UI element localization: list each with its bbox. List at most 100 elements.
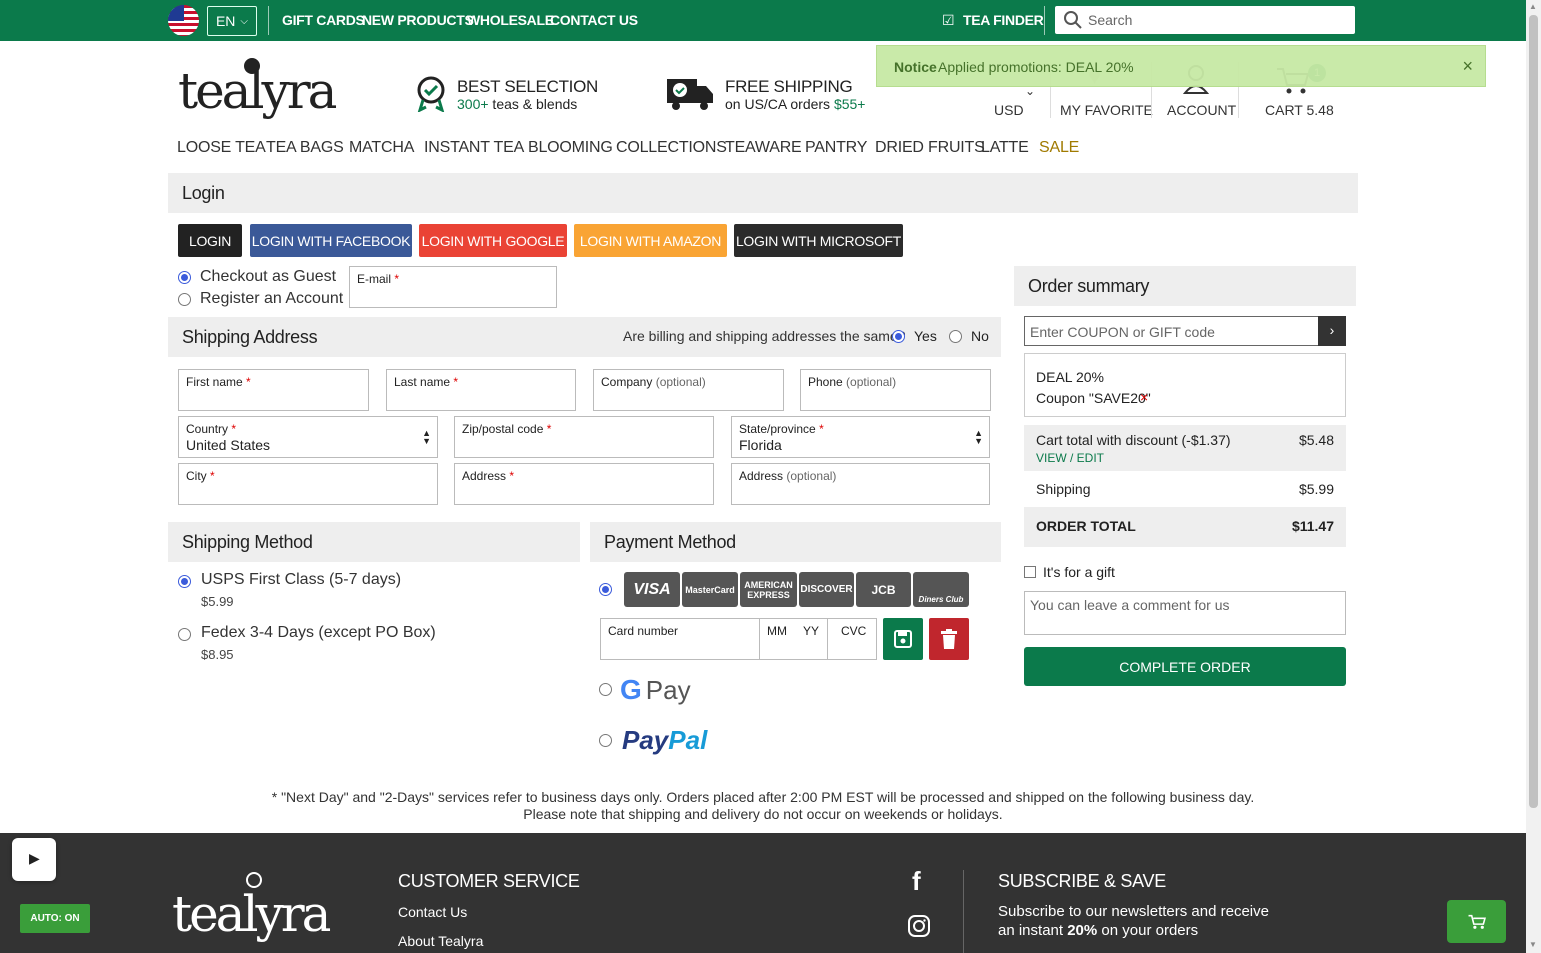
account-label: ACCOUNT xyxy=(1167,102,1237,118)
cart-icon xyxy=(1468,914,1486,929)
nav-dried-fruits[interactable]: DRIED FRUITS xyxy=(875,139,985,157)
country-select[interactable]: Country * United States ▲ ▼ xyxy=(178,416,438,458)
trash-icon xyxy=(941,629,957,649)
order-summary-header: Order summary xyxy=(1014,266,1356,306)
state-select[interactable]: State/province * Florida ▲ ▼ xyxy=(731,416,990,458)
nav-loose-tea[interactable]: LOOSE TEA xyxy=(177,139,266,157)
city-field[interactable]: City * xyxy=(178,463,438,505)
scrollbar-thumb[interactable] xyxy=(1529,15,1538,808)
nav-tea-bags[interactable]: TEA BAGS xyxy=(266,139,344,157)
search-input[interactable]: Search xyxy=(1088,12,1132,28)
play-button[interactable]: ▶ xyxy=(12,838,56,881)
complete-order-button[interactable]: COMPLETE ORDER xyxy=(1024,647,1346,686)
card-number-field[interactable]: Card number xyxy=(608,624,678,638)
register-account-radio[interactable] xyxy=(178,293,191,306)
subscribe-text: Subscribe to our newsletters and receive… xyxy=(998,903,1269,939)
auto-toggle[interactable]: AUTO: ON xyxy=(20,904,90,933)
jcb-icon: JCB xyxy=(856,572,911,607)
save-card-button[interactable] xyxy=(883,618,923,660)
feature-best-selection-sub: 300+ teas & blends xyxy=(457,96,578,112)
notice-label: Notice xyxy=(894,59,937,75)
zip-field[interactable]: Zip/postal code * xyxy=(454,416,714,458)
gift-label: It's for a gift xyxy=(1043,564,1115,580)
notice-close-button[interactable]: × xyxy=(1462,56,1473,77)
nav-instant-tea[interactable]: INSTANT TEA xyxy=(424,139,524,157)
same-address-no-radio[interactable] xyxy=(949,330,962,343)
footer-logo[interactable]: tealyra xyxy=(172,885,331,943)
card-yy-field[interactable]: YY xyxy=(803,624,819,638)
language-select[interactable]: EN ⌵ xyxy=(207,6,257,36)
comment-textarea[interactable]: You can leave a comment for us xyxy=(1024,591,1346,635)
subscribe-heading: SUBSCRIBE & SAVE xyxy=(998,871,1166,891)
google-g-icon: G xyxy=(620,674,642,705)
register-account-label: Register an Account xyxy=(200,290,344,307)
payment-paypal-radio[interactable] xyxy=(599,734,612,747)
top-link-gift-cards[interactable]: GIFT CARDS xyxy=(282,12,365,28)
customer-service-heading: CUSTOMER SERVICE xyxy=(398,871,580,891)
same-address-yes-label: Yes xyxy=(914,328,937,344)
top-link-contact-us[interactable]: CONTACT US xyxy=(550,12,638,28)
scroll-down-icon[interactable]: ▼ xyxy=(1529,940,1537,949)
applied-promotions-box: DEAL 20% Coupon "SAVE20" × xyxy=(1024,353,1346,417)
footer-about-link[interactable]: About Tealyra xyxy=(398,933,483,949)
facebook-icon[interactable]: f xyxy=(912,866,921,897)
nav-matcha[interactable]: MATCHA xyxy=(349,139,414,157)
nav-teaware[interactable]: TEAWARE xyxy=(725,139,802,157)
card-cvc-field[interactable]: CVC xyxy=(841,624,866,638)
coupon-label: Coupon "SAVE20" xyxy=(1036,390,1151,406)
gift-checkbox[interactable] xyxy=(1024,566,1036,578)
select-arrows-icon: ▲ ▼ xyxy=(974,428,983,446)
login-section-header: Login xyxy=(168,173,1358,213)
login-button[interactable]: LOGIN xyxy=(178,224,242,257)
nav-latte[interactable]: LATTE xyxy=(981,139,1029,157)
nav-pantry[interactable]: PANTRY xyxy=(805,139,867,157)
instagram-icon[interactable] xyxy=(907,914,931,938)
phone-field[interactable]: Phone (optional) xyxy=(800,369,991,411)
amex-icon: AMERICAN EXPRESS xyxy=(740,572,797,607)
coupon-input[interactable]: Enter COUPON or GIFT code xyxy=(1024,316,1319,346)
company-field[interactable]: Company (optional) xyxy=(593,369,784,411)
login-microsoft-button[interactable]: LOGIN WITH MICROSOFT xyxy=(734,224,903,257)
search-box[interactable]: Search xyxy=(1055,6,1355,34)
google-pay-logo: G Pay xyxy=(620,674,691,705)
tea-finder-link[interactable]: TEA FINDER xyxy=(963,12,1044,28)
diners-club-icon: Diners Club xyxy=(913,572,969,607)
top-link-new-products[interactable]: NEW PRODUCTS xyxy=(362,12,474,28)
login-google-button[interactable]: LOGIN WITH GOOGLE xyxy=(419,224,567,257)
feature-free-shipping-title: FREE SHIPPING xyxy=(725,77,853,96)
first-name-field[interactable]: First name * xyxy=(178,369,369,411)
view-edit-link[interactable]: VIEW / EDIT xyxy=(1036,451,1104,465)
payment-gpay-radio[interactable] xyxy=(599,683,612,696)
divider xyxy=(963,870,964,953)
search-icon xyxy=(1064,11,1082,29)
address2-field[interactable]: Address (optional) xyxy=(731,463,990,505)
delete-card-button[interactable] xyxy=(929,618,969,660)
address-field[interactable]: Address * xyxy=(454,463,714,505)
top-link-wholesale[interactable]: WHOLESALE xyxy=(467,12,554,28)
nav-sale[interactable]: SALE xyxy=(1039,139,1079,157)
coupon-apply-button[interactable]: › xyxy=(1318,316,1346,346)
floating-cart-button[interactable] xyxy=(1447,900,1506,943)
last-name-field[interactable]: Last name * xyxy=(386,369,576,411)
nav-collections[interactable]: COLLECTIONS xyxy=(616,139,727,157)
footer-contact-link[interactable]: Contact Us xyxy=(398,904,467,920)
payment-card-radio[interactable] xyxy=(599,583,612,596)
shipping-usps-radio[interactable] xyxy=(178,575,191,588)
remove-coupon-icon[interactable]: × xyxy=(1140,389,1148,405)
checkout-guest-radio[interactable] xyxy=(178,271,191,284)
scroll-up-icon[interactable]: ▲ xyxy=(1529,2,1537,11)
email-field[interactable]: E-mail * xyxy=(349,266,557,308)
deal-label: DEAL 20% xyxy=(1036,369,1104,385)
nav-blooming[interactable]: BLOOMING xyxy=(528,139,613,157)
same-address-yes-radio[interactable] xyxy=(892,330,905,343)
shipping-method-heading: Shipping Method xyxy=(182,532,313,552)
paypal-logo: PayPal xyxy=(622,725,708,755)
truck-icon xyxy=(667,79,713,110)
us-flag-icon[interactable] xyxy=(168,5,199,36)
shipping-fedex-radio[interactable] xyxy=(178,628,191,641)
payment-method-heading: Payment Method xyxy=(604,532,736,552)
login-amazon-button[interactable]: LOGIN WITH AMAZON xyxy=(574,224,727,257)
login-facebook-button[interactable]: LOGIN WITH FACEBOOK xyxy=(250,224,412,257)
card-mm-field[interactable]: MM xyxy=(767,624,787,638)
order-total-row: ORDER TOTAL $11.47 xyxy=(1024,507,1346,547)
